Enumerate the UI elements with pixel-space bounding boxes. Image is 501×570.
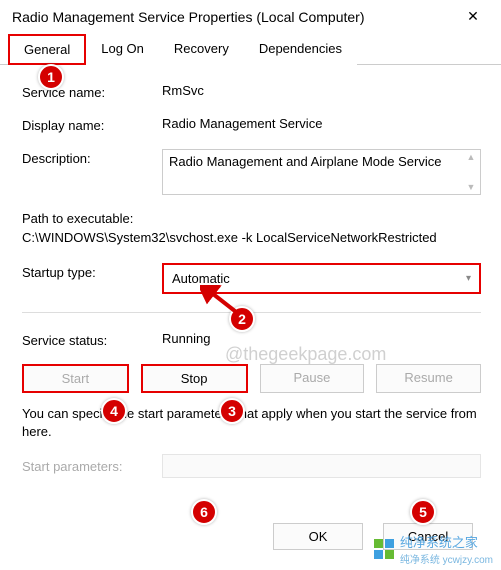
watermark-footer-sub: 纯净系统 ycwjzy.com: [400, 551, 493, 566]
start-params-label: Start parameters:: [22, 459, 162, 474]
pause-button: Pause: [260, 364, 365, 393]
description-scrollbar[interactable]: ▲ ▼: [464, 152, 478, 192]
cancel-button[interactable]: Cancel: [383, 523, 473, 550]
close-icon[interactable]: ✕: [457, 8, 489, 25]
chevron-down-icon: ▾: [466, 273, 471, 284]
description-label: Description:: [22, 149, 162, 166]
start-params-input: [162, 454, 481, 478]
tab-logon[interactable]: Log On: [86, 34, 159, 65]
callout-badge-4: 4: [101, 398, 127, 424]
tab-strip: General Log On Recovery Dependencies: [0, 33, 501, 65]
start-button: Start: [22, 364, 129, 393]
window-title: Radio Management Service Properties (Loc…: [12, 9, 365, 25]
tab-recovery[interactable]: Recovery: [159, 34, 244, 65]
stop-button[interactable]: Stop: [141, 364, 248, 393]
startup-type-select[interactable]: Automatic ▾: [162, 263, 481, 294]
display-name-label: Display name:: [22, 116, 162, 133]
service-status-label: Service status:: [22, 331, 162, 348]
path-value: C:\WINDOWS\System32\svchost.exe -k Local…: [22, 230, 481, 245]
callout-badge-5: 5: [410, 499, 436, 525]
description-text: Radio Management and Airplane Mode Servi…: [169, 154, 441, 169]
scroll-up-icon[interactable]: ▲: [464, 152, 478, 162]
callout-badge-6: 6: [191, 499, 217, 525]
callout-badge-1: 1: [38, 64, 64, 90]
description-box: Radio Management and Airplane Mode Servi…: [162, 149, 481, 195]
path-label: Path to executable:: [22, 211, 481, 226]
display-name-value: Radio Management Service: [162, 116, 481, 131]
ok-button[interactable]: OK: [273, 523, 363, 550]
resume-button: Resume: [376, 364, 481, 393]
service-status-value: Running: [162, 331, 481, 346]
callout-badge-3: 3: [219, 398, 245, 424]
tab-general[interactable]: General: [8, 34, 86, 65]
service-name-value: RmSvc: [162, 83, 481, 98]
callout-badge-2: 2: [229, 306, 255, 332]
tab-dependencies[interactable]: Dependencies: [244, 34, 357, 65]
start-params-hint: You can specify the start parameters tha…: [22, 405, 481, 440]
scroll-down-icon[interactable]: ▼: [464, 182, 478, 192]
startup-type-label: Startup type:: [22, 263, 162, 280]
startup-type-value: Automatic: [172, 271, 230, 286]
